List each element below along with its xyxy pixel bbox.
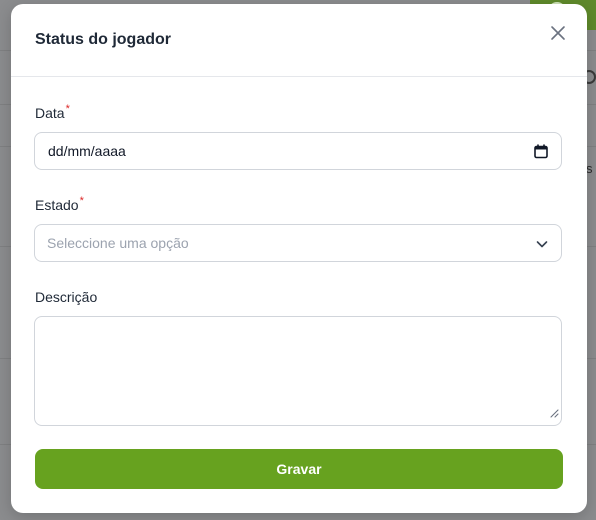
- state-select-placeholder: Seleccione uma opção: [47, 235, 189, 251]
- required-marker: *: [79, 195, 84, 207]
- calendar-icon[interactable]: [534, 144, 548, 164]
- player-status-modal: Status do jogador Data* dd/mm/aaaa Estad…: [11, 4, 587, 513]
- chevron-down-icon: [535, 237, 549, 256]
- close-icon: [551, 26, 565, 40]
- description-textarea[interactable]: [34, 316, 562, 426]
- header-divider: [11, 76, 587, 77]
- state-label: Estado*: [35, 195, 84, 213]
- state-label-text: Estado: [35, 197, 79, 213]
- modal-title: Status do jogador: [35, 31, 171, 48]
- save-button[interactable]: Gravar: [35, 449, 563, 489]
- date-input[interactable]: dd/mm/aaaa: [34, 132, 562, 170]
- state-select[interactable]: Seleccione uma opção: [34, 224, 562, 262]
- date-label-text: Data: [35, 105, 65, 121]
- date-label: Data*: [35, 103, 70, 121]
- required-marker: *: [65, 103, 70, 115]
- description-label: Descrição: [35, 289, 98, 305]
- date-input-value: dd/mm/aaaa: [48, 143, 126, 159]
- resize-handle-icon[interactable]: [550, 405, 559, 423]
- close-button[interactable]: [548, 23, 568, 43]
